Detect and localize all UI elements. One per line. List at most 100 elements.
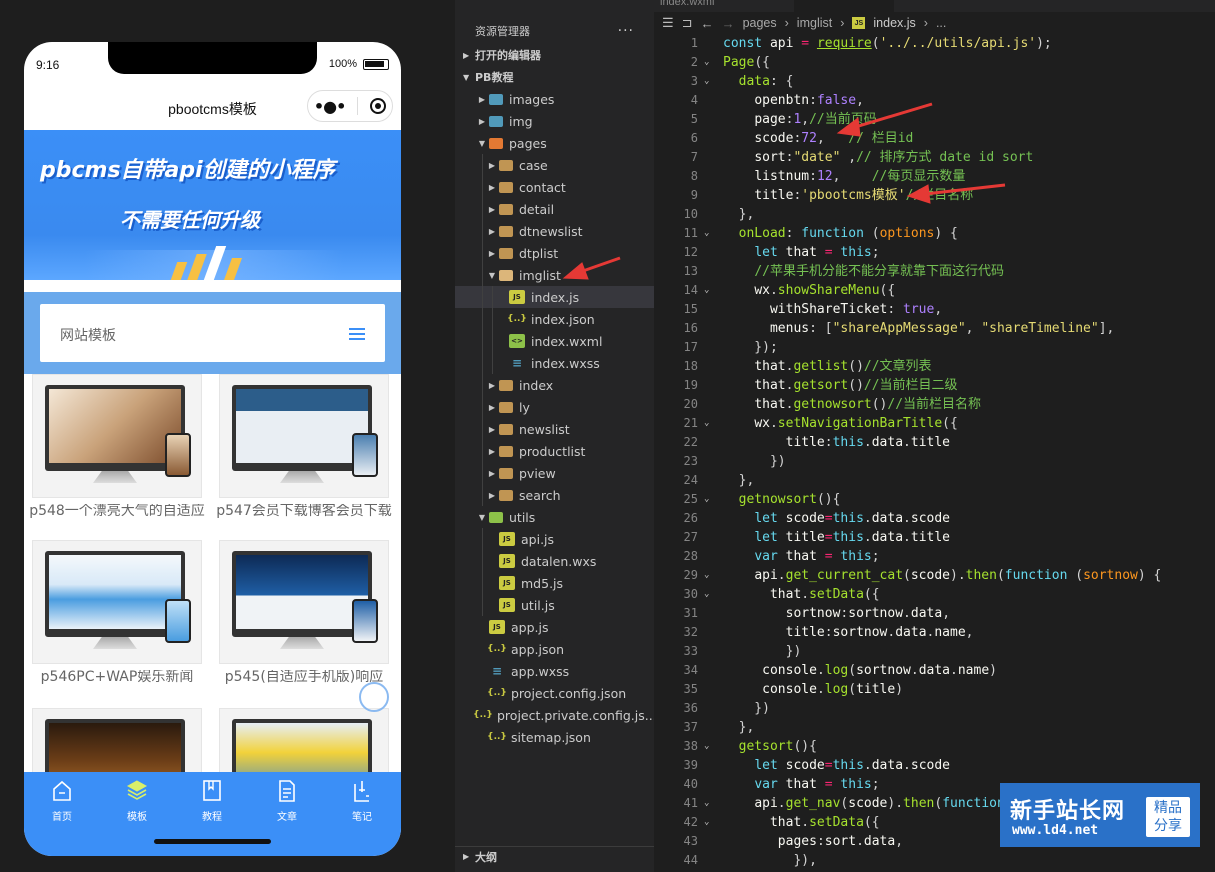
fold-toggle-icon[interactable]: ⌄ <box>704 794 716 813</box>
breadcrumb-file[interactable]: index.js <box>873 16 915 30</box>
code-text[interactable]: withShareTicket: true, <box>723 300 942 319</box>
fold-toggle-icon[interactable]: ⌄ <box>704 737 716 756</box>
code-line[interactable]: 29 ⌄ api.get_current_cat(scode).then(func… <box>654 566 1215 585</box>
code-line[interactable]: 33 }) <box>654 642 1215 661</box>
tree-item[interactable]: ▶ ly <box>455 396 654 418</box>
code-line[interactable]: 34 console.log(sortnow.data.name) <box>654 661 1215 680</box>
code-line[interactable]: 24 }, <box>654 471 1215 490</box>
fold-toggle-icon[interactable]: ⌄ <box>704 72 716 91</box>
fold-toggle-icon[interactable]: ⌄ <box>704 53 716 72</box>
open-editors-section[interactable]: ▶ 打开的编辑器 <box>455 44 654 66</box>
code-text[interactable]: let scode=this.data.scode <box>723 509 950 528</box>
code-line[interactable]: 36 }) <box>654 699 1215 718</box>
code-text[interactable]: pages:sort.data, <box>723 832 903 851</box>
code-text[interactable]: sortnow:sortnow.data, <box>723 604 950 623</box>
code-line[interactable]: 44 }), <box>654 851 1215 870</box>
code-line[interactable]: 25 ⌄ getnowsort(){ <box>654 490 1215 509</box>
code-text[interactable]: console.log(sortnow.data.name) <box>723 661 997 680</box>
code-line[interactable]: 38 ⌄ getsort(){ <box>654 737 1215 756</box>
tree-item[interactable]: JS api.js <box>455 528 654 550</box>
code-text[interactable]: title:this.data.title <box>723 433 950 452</box>
code-line[interactable]: 26 let scode=this.data.scode <box>654 509 1215 528</box>
tree-item[interactable]: ▶ dtplist <box>455 242 654 264</box>
code-line[interactable]: 20 that.getnowsort()//当前栏目名称 <box>654 395 1215 414</box>
tab-tutorials[interactable]: 教程 <box>182 778 242 823</box>
breadcrumb-imglist[interactable]: imglist <box>797 16 832 30</box>
tab-templates[interactable]: 模板 <box>107 778 167 823</box>
fold-toggle-icon[interactable]: ⌄ <box>704 490 716 509</box>
forward-arrow-icon[interactable]: → <box>722 16 735 31</box>
code-line[interactable]: 17 }); <box>654 338 1215 357</box>
code-text[interactable]: wx.setNavigationBarTitle({ <box>723 414 958 433</box>
code-line[interactable]: 27 let title=this.data.title <box>654 528 1215 547</box>
code-text[interactable]: const api = require('../../utils/api.js'… <box>723 34 1052 53</box>
code-line[interactable]: 37 }, <box>654 718 1215 737</box>
tab-home[interactable]: 首页 <box>32 778 92 823</box>
code-text[interactable]: console.log(title) <box>723 680 903 699</box>
tree-item[interactable]: {..} app.json <box>455 638 654 660</box>
code-text[interactable]: title:sortnow.data.name, <box>723 623 974 642</box>
tree-item[interactable]: {..} sitemap.json <box>455 726 654 748</box>
template-card[interactable]: p545(自适应手机版)响应 <box>219 540 389 700</box>
code-line[interactable]: 13 //苹果手机分能不能分享就靠下面这行代码 <box>654 262 1215 281</box>
code-text[interactable]: }, <box>723 205 755 224</box>
tree-item[interactable]: ▼ imglist <box>455 264 654 286</box>
code-line[interactable]: 8 listnum:12, //每页显示数量 <box>654 167 1215 186</box>
tree-item[interactable]: JS md5.js <box>455 572 654 594</box>
search-float-button[interactable] <box>359 682 389 712</box>
code-area[interactable]: 1 const api = require('../../utils/api.js… <box>654 34 1215 870</box>
tree-item[interactable]: JS datalen.wxs <box>455 550 654 572</box>
code-line[interactable]: 1 const api = require('../../utils/api.js… <box>654 34 1215 53</box>
tree-item[interactable]: ▶ productlist <box>455 440 654 462</box>
code-line[interactable]: 5 page:1,//当前页码 <box>654 110 1215 129</box>
code-text[interactable]: }) <box>723 452 786 471</box>
fold-toggle-icon[interactable]: ⌄ <box>704 813 716 832</box>
fold-toggle-icon[interactable]: ⌄ <box>704 224 716 243</box>
code-line[interactable]: 9 title:'pbootcms模板'//栏目名称 <box>654 186 1215 205</box>
code-line[interactable]: 7 sort:"date" ,// 排序方式 date id sort <box>654 148 1215 167</box>
code-line[interactable]: 21 ⌄ wx.setNavigationBarTitle({ <box>654 414 1215 433</box>
code-text[interactable]: }, <box>723 471 755 490</box>
tree-item[interactable]: ▶ dtnewslist <box>455 220 654 242</box>
code-line[interactable]: 12 let that = this; <box>654 243 1215 262</box>
code-line[interactable]: 15 withShareTicket: true, <box>654 300 1215 319</box>
breadcrumb-symbol[interactable]: ... <box>936 16 946 30</box>
code-line[interactable]: 16 menus: ["shareAppMessage", "shareTime… <box>654 319 1215 338</box>
code-line[interactable]: 30 ⌄ that.setData({ <box>654 585 1215 604</box>
code-line[interactable]: 31 sortnow:sortnow.data, <box>654 604 1215 623</box>
code-text[interactable]: }) <box>723 642 802 661</box>
more-actions-icon[interactable]: ··· <box>618 23 634 39</box>
code-line[interactable]: 28 var that = this; <box>654 547 1215 566</box>
code-line[interactable]: 6 scode:72, // 栏目id <box>654 129 1215 148</box>
template-thumbnail[interactable] <box>32 374 202 498</box>
tree-item[interactable]: ▶ index <box>455 374 654 396</box>
code-text[interactable]: page:1,//当前页码 <box>723 110 876 129</box>
outline-section[interactable]: ▶ 大纲 <box>455 846 654 866</box>
close-target-icon[interactable] <box>370 98 387 114</box>
code-line[interactable]: 4 openbtn:false, <box>654 91 1215 110</box>
template-thumbnail[interactable] <box>219 374 389 498</box>
breadcrumb-pages[interactable]: pages <box>743 16 777 30</box>
tree-item[interactable]: ≡ app.wxss <box>455 660 654 682</box>
code-text[interactable]: }), <box>723 851 816 870</box>
code-line[interactable]: 11 ⌄ onLoad: function (options) { <box>654 224 1215 243</box>
back-arrow-icon[interactable]: ← <box>701 16 714 31</box>
code-line[interactable]: 3 ⌄ data: { <box>654 72 1215 91</box>
code-line[interactable]: 2 ⌄ Page({ <box>654 53 1215 72</box>
hero-banner[interactable]: pbcms自带api创建的小程序 不需要任何升级 <box>24 130 401 280</box>
template-card[interactable]: p546PC+WAP娱乐新闻 <box>32 540 202 700</box>
fold-toggle-icon[interactable]: ⌄ <box>704 281 716 300</box>
more-dots-icon[interactable]: •●• <box>314 97 346 116</box>
code-text[interactable]: scode:72, // 栏目id <box>723 129 913 148</box>
code-text[interactable]: let scode=this.data.scode <box>723 756 950 775</box>
fold-toggle-icon[interactable]: ⌄ <box>704 585 716 604</box>
fold-toggle-icon[interactable]: ⌄ <box>704 566 716 585</box>
tree-item[interactable]: JS app.js <box>455 616 654 638</box>
code-text[interactable]: that.getlist()//文章列表 <box>723 357 931 376</box>
code-text[interactable]: }); <box>723 338 778 357</box>
code-text[interactable]: that.getnowsort()//当前栏目名称 <box>723 395 981 414</box>
tree-item[interactable]: ▶ search <box>455 484 654 506</box>
code-line[interactable]: 35 console.log(title) <box>654 680 1215 699</box>
template-thumbnail[interactable] <box>32 540 202 664</box>
code-line[interactable]: 19 that.getsort()//当前栏目二级 <box>654 376 1215 395</box>
